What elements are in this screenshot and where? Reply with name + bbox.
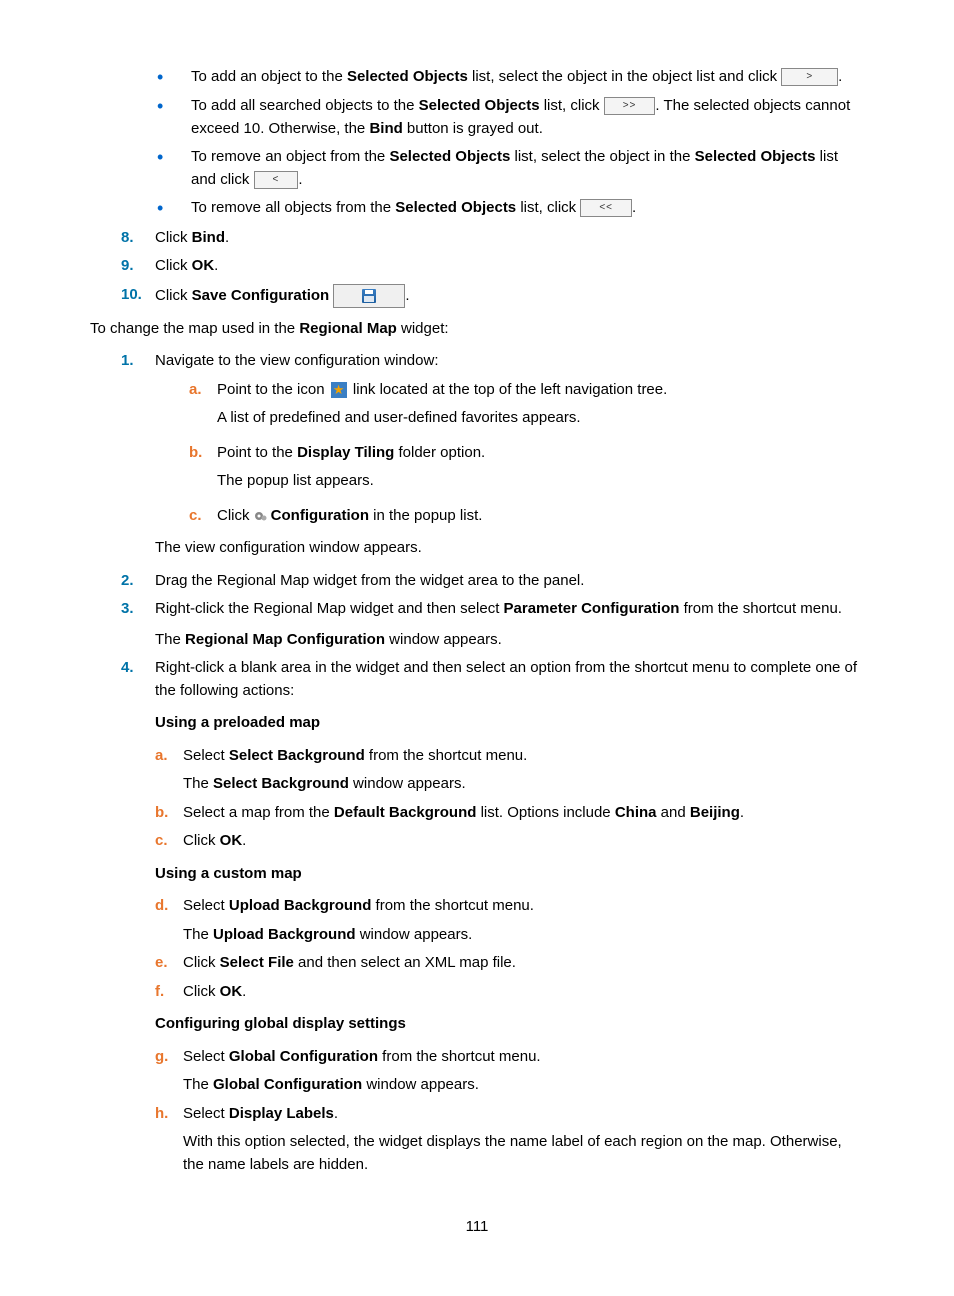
bullet-text: To remove all objects from the Selected … xyxy=(191,197,864,220)
step-text: Click OK. xyxy=(183,830,864,853)
letter-marker: h. xyxy=(155,1103,183,1126)
followup-text: A list of predefined and user-defined fa… xyxy=(217,407,864,430)
add-single-button[interactable]: > xyxy=(781,68,838,86)
step-text: Click OK. xyxy=(183,981,864,1004)
step-number: 9. xyxy=(121,255,155,278)
step-text: Click Select File and then select an XML… xyxy=(183,952,864,975)
letter-marker: b. xyxy=(189,442,217,465)
step-text: Select Display Labels. With this option … xyxy=(183,1103,864,1177)
step-3: 3. Right-click the Regional Map widget a… xyxy=(121,598,864,651)
step-text: Navigate to the view configuration windo… xyxy=(155,350,864,373)
step-4e: e. Click Select File and then select an … xyxy=(155,952,864,975)
heading-custom: Using a custom map xyxy=(155,863,864,886)
step-4a: a. Select Select Background from the sho… xyxy=(155,745,864,796)
bullet-marker: • xyxy=(155,66,191,89)
letter-marker: f. xyxy=(155,981,183,1004)
floppy-icon xyxy=(362,289,376,303)
bullet-item: • To remove an object from the Selected … xyxy=(155,146,864,191)
remove-all-button[interactable]: << xyxy=(580,199,632,217)
step-text: Click Save Configuration . xyxy=(155,284,864,308)
step-1: 1. Navigate to the view configuration wi… xyxy=(121,350,864,373)
followup-text: The Select Background window appears. xyxy=(183,773,864,796)
heading-global: Configuring global display settings xyxy=(155,1013,864,1036)
letter-marker: g. xyxy=(155,1046,183,1069)
step-text: Point to the Display Tiling folder optio… xyxy=(217,442,864,499)
save-configuration-button[interactable] xyxy=(333,284,405,308)
step-4g: g. Select Global Configuration from the … xyxy=(155,1046,864,1097)
step-2: 2. Drag the Regional Map widget from the… xyxy=(121,570,864,593)
bullet-text: To add all searched objects to the Selec… xyxy=(191,95,864,140)
letter-marker: c. xyxy=(155,830,183,853)
step-4d: d. Select Upload Background from the sho… xyxy=(155,895,864,946)
substeps: a. Point to the icon link located at the… xyxy=(189,379,864,528)
letter-marker: c. xyxy=(189,505,217,528)
letter-marker: d. xyxy=(155,895,183,918)
document-page: • To add an object to the Selected Objec… xyxy=(155,66,864,1176)
step-4f: f. Click OK. xyxy=(155,981,864,1004)
step-number: 1. xyxy=(121,350,155,373)
step-number: 10. xyxy=(121,284,155,307)
bullet-item: • To add an object to the Selected Objec… xyxy=(155,66,864,89)
step-1b: b. Point to the Display Tiling folder op… xyxy=(189,442,864,499)
followup-text: The Upload Background window appears. xyxy=(183,924,864,947)
step-number: 3. xyxy=(121,598,155,621)
step-text: Drag the Regional Map widget from the wi… xyxy=(155,570,864,593)
bullet-item: • To add all searched objects to the Sel… xyxy=(155,95,864,140)
gear-icon xyxy=(254,509,268,523)
letter-marker: a. xyxy=(155,745,183,768)
step-number: 2. xyxy=(121,570,155,593)
step-number: 8. xyxy=(121,227,155,250)
step-text: Click Bind. xyxy=(155,227,864,250)
followup-text: The Regional Map Configuration window ap… xyxy=(155,629,864,652)
step-8: 8. Click Bind. xyxy=(121,227,864,250)
step-text: Right-click a blank area in the widget a… xyxy=(155,657,864,702)
change-map-intro: To change the map used in the Regional M… xyxy=(90,318,864,341)
step-4h: h. Select Display Labels. With this opti… xyxy=(155,1103,864,1177)
letter-marker: e. xyxy=(155,952,183,975)
step-9: 9. Click OK. xyxy=(121,255,864,278)
letter-marker: b. xyxy=(155,802,183,825)
step-1c: c. Click Configuration in the popup list… xyxy=(189,505,864,528)
step-1a: a. Point to the icon link located at the… xyxy=(189,379,864,436)
step-text: Select Global Configuration from the sho… xyxy=(183,1046,864,1097)
letter-marker: a. xyxy=(189,379,217,402)
bullet-item: • To remove all objects from the Selecte… xyxy=(155,197,864,220)
step-text: Select Select Background from the shortc… xyxy=(183,745,864,796)
step-4b: b. Select a map from the Default Backgro… xyxy=(155,802,864,825)
add-all-button[interactable]: >> xyxy=(604,97,656,115)
bullet-marker: • xyxy=(155,197,191,220)
step-text: Click Configuration in the popup list. xyxy=(217,505,864,528)
step-text: Select a map from the Default Background… xyxy=(183,802,864,825)
favorites-star-icon xyxy=(331,382,347,398)
substeps: d. Select Upload Background from the sho… xyxy=(155,895,864,1003)
remove-single-button[interactable]: < xyxy=(254,171,299,189)
page-number: 111 xyxy=(90,1216,864,1239)
heading-preloaded: Using a preloaded map xyxy=(155,712,864,735)
step-text: Select Upload Background from the shortc… xyxy=(183,895,864,946)
followup-text: With this option selected, the widget di… xyxy=(183,1131,864,1176)
bullet-marker: • xyxy=(155,146,191,169)
bullet-text: To add an object to the Selected Objects… xyxy=(191,66,864,89)
step-text: Point to the icon link located at the to… xyxy=(217,379,864,436)
followup-text: The popup list appears. xyxy=(217,470,864,493)
followup-text: The view configuration window appears. xyxy=(155,537,864,560)
bullet-text: To remove an object from the Selected Ob… xyxy=(191,146,864,191)
step-number: 4. xyxy=(121,657,155,680)
step-text: Click OK. xyxy=(155,255,864,278)
step-4: 4. Right-click a blank area in the widge… xyxy=(121,657,864,702)
substeps: a. Select Select Background from the sho… xyxy=(155,745,864,853)
bullet-marker: • xyxy=(155,95,191,118)
step-text: Right-click the Regional Map widget and … xyxy=(155,598,864,651)
step-10: 10. Click Save Configuration . xyxy=(121,284,864,308)
followup-text: The Global Configuration window appears. xyxy=(183,1074,864,1097)
substeps: g. Select Global Configuration from the … xyxy=(155,1046,864,1177)
step-4c: c. Click OK. xyxy=(155,830,864,853)
